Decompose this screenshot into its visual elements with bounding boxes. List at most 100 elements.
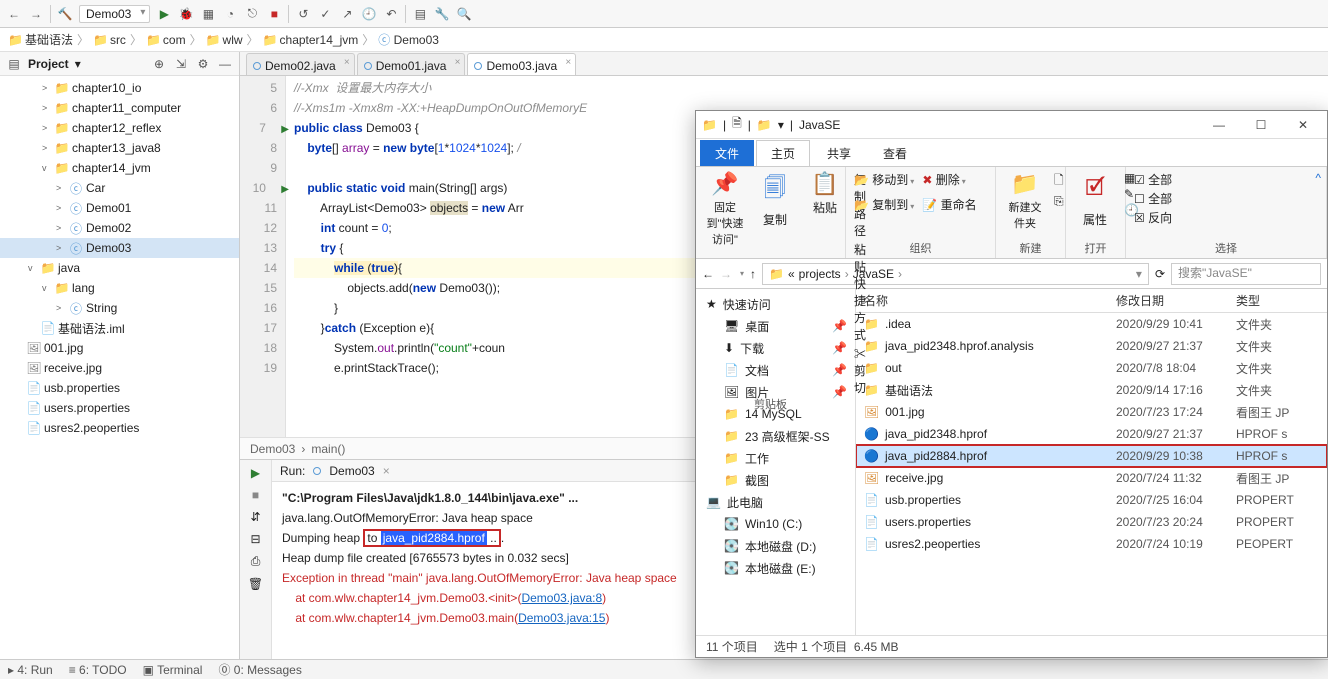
tree-node[interactable]: >📁chapter13_java8 bbox=[0, 138, 239, 158]
ribbon-collapse-icon[interactable]: ^ bbox=[1315, 171, 1321, 185]
ribbon-tab[interactable]: 文件 bbox=[700, 140, 754, 166]
file-row[interactable]: 🔵java_pid2348.hprof2020/9/27 21:37HPROF … bbox=[856, 423, 1327, 445]
breadcrumb-item[interactable]: 📁com bbox=[146, 33, 186, 47]
tree-node[interactable]: 📄usb.properties bbox=[0, 378, 239, 398]
file-row[interactable]: 📄usres2.peoperties2020/7/24 10:19PEOPERT bbox=[856, 533, 1327, 555]
select-invert-button[interactable]: ☒ 反向 bbox=[1134, 209, 1318, 226]
status-terminal[interactable]: ▣ Terminal bbox=[143, 663, 203, 677]
dropdown-icon[interactable]: ▾ bbox=[778, 118, 784, 132]
commit-icon[interactable]: ✓ bbox=[317, 6, 333, 22]
file-list-header[interactable]: 名称 修改日期 类型 bbox=[856, 289, 1327, 313]
project-tree[interactable]: >📁chapter10_io>📁chapter11_computer>📁chap… bbox=[0, 76, 239, 659]
status-run[interactable]: ▸ 4: Run bbox=[8, 663, 53, 677]
settings-icon[interactable]: 🔧 bbox=[434, 6, 450, 22]
editor-tab[interactable]: Demo03.java× bbox=[467, 53, 576, 75]
sidebar-item[interactable]: 📁23 高级框架-SS bbox=[696, 425, 855, 447]
expand-icon[interactable]: ⊕ bbox=[151, 56, 167, 72]
history-icon[interactable]: 🕘 bbox=[361, 6, 377, 22]
hammer-icon[interactable]: 🔨 bbox=[57, 6, 73, 22]
new-folder-button[interactable]: 📁新建文件夹 bbox=[1004, 171, 1046, 231]
copy-to-button[interactable]: 📂 复制到▾ bbox=[854, 196, 914, 213]
back-icon[interactable]: ← bbox=[6, 6, 22, 22]
explorer-titlebar[interactable]: 📁 |🗎 |📁 ▾ | JavaSE — ☐ ✕ bbox=[696, 111, 1327, 139]
gear-icon[interactable]: ⚙ bbox=[195, 56, 211, 72]
explorer-file-list[interactable]: 名称 修改日期 类型 📁.idea2020/9/29 10:41文件夹📁java… bbox=[856, 289, 1327, 635]
select-none-button[interactable]: ☐ 全部 bbox=[1134, 190, 1318, 207]
collapse-icon[interactable]: ⇲ bbox=[173, 56, 189, 72]
tree-node[interactable]: >ⓒDemo02 bbox=[0, 218, 239, 238]
rerun-icon[interactable]: ▶ bbox=[251, 466, 260, 480]
tree-node[interactable]: >📁chapter11_computer bbox=[0, 98, 239, 118]
coverage-icon[interactable]: ▦ bbox=[200, 6, 216, 22]
ribbon-tab[interactable]: 主页 bbox=[756, 140, 810, 166]
pin-quick-access-button[interactable]: 📌固定到"快速访问" bbox=[704, 171, 746, 247]
paste-button[interactable]: 📋粘贴 bbox=[804, 171, 846, 216]
file-row[interactable]: 📁java_pid2348.hprof.analysis2020/9/27 21… bbox=[856, 335, 1327, 357]
tree-node[interactable]: 📄usres2.peoperties bbox=[0, 418, 239, 438]
status-todo[interactable]: ≡ 6: TODO bbox=[69, 663, 127, 677]
close-icon[interactable]: × bbox=[383, 464, 390, 478]
tree-node[interactable]: v📁java bbox=[0, 258, 239, 278]
close-icon[interactable]: × bbox=[565, 57, 571, 68]
new-item-icon[interactable]: 🗋 bbox=[1054, 171, 1064, 192]
maximize-button[interactable]: ☐ bbox=[1243, 114, 1279, 136]
tree-node[interactable]: >📁chapter10_io bbox=[0, 78, 239, 98]
run-pin-icon[interactable]: ⎙ bbox=[251, 554, 261, 569]
tree-node[interactable]: >ⓒString bbox=[0, 298, 239, 318]
sidebar-item[interactable]: 📁工作 bbox=[696, 447, 855, 469]
explorer-search[interactable]: 搜索"JavaSE" bbox=[1171, 263, 1321, 285]
breadcrumb-item[interactable]: 📁wlw bbox=[206, 33, 243, 47]
sidebar-item[interactable]: 💽本地磁盘 (D:) bbox=[696, 535, 855, 557]
delete-button[interactable]: ✖ 删除▾ bbox=[922, 171, 965, 188]
sidebar-item[interactable]: 💽Win10 (C:) bbox=[696, 513, 855, 535]
sidebar-item[interactable]: 📁截图 bbox=[696, 469, 855, 491]
properties-button[interactable]: 🗹属性 bbox=[1074, 171, 1116, 228]
revert-icon[interactable]: ↶ bbox=[383, 6, 399, 22]
stop-icon[interactable]: ■ bbox=[266, 6, 282, 22]
file-row[interactable]: 🔵java_pid2884.hprof2020/9/29 10:38HPROF … bbox=[856, 445, 1327, 467]
vcs-icon[interactable]: ↺ bbox=[295, 6, 311, 22]
run-attach-icon[interactable]: ⇵ bbox=[250, 510, 260, 524]
col-date[interactable]: 修改日期 bbox=[1116, 292, 1236, 309]
hide-icon[interactable]: — bbox=[217, 56, 233, 72]
file-row[interactable]: 📄usb.properties2020/7/25 16:04PROPERT bbox=[856, 489, 1327, 511]
breadcrumb-item[interactable]: 📁src bbox=[93, 33, 126, 47]
file-row[interactable]: 🖼001.jpg2020/7/23 17:24看图王 JP bbox=[856, 401, 1327, 423]
close-icon[interactable]: × bbox=[455, 57, 461, 68]
tree-node[interactable]: >ⓒDemo03 bbox=[0, 238, 239, 258]
easy-access-icon[interactable]: ⎘ bbox=[1054, 194, 1064, 209]
minimize-button[interactable]: — bbox=[1201, 114, 1237, 136]
file-row[interactable]: 📁out2020/7/8 18:04文件夹 bbox=[856, 357, 1327, 379]
push-icon[interactable]: ↗ bbox=[339, 6, 355, 22]
breadcrumb-item[interactable]: 📁基础语法 bbox=[8, 31, 73, 48]
ribbon-tab[interactable]: 查看 bbox=[868, 140, 922, 166]
structure-icon[interactable]: ▤ bbox=[412, 6, 428, 22]
tree-node[interactable]: v📁lang bbox=[0, 278, 239, 298]
col-name[interactable]: 名称 bbox=[856, 292, 1116, 309]
tree-node[interactable]: 🖼receive.jpg bbox=[0, 358, 239, 378]
tree-node[interactable]: >ⓒDemo01 bbox=[0, 198, 239, 218]
move-to-button[interactable]: 📂 移动到▾ bbox=[854, 171, 914, 188]
file-row[interactable]: 🖼receive.jpg2020/7/24 11:32看图王 JP bbox=[856, 467, 1327, 489]
select-all-button[interactable]: ☑ 全部 bbox=[1134, 171, 1318, 188]
ribbon-tab[interactable]: 共享 bbox=[812, 140, 866, 166]
copy-button[interactable]: 🗐复制 bbox=[754, 171, 796, 228]
forward-icon[interactable]: → bbox=[28, 6, 44, 22]
debug-icon[interactable]: 🐞 bbox=[178, 6, 194, 22]
refresh-icon[interactable]: ⟳ bbox=[1155, 267, 1165, 281]
editor-tab[interactable]: Demo01.java× bbox=[357, 53, 466, 75]
file-row[interactable]: 📁.idea2020/9/29 10:41文件夹 bbox=[856, 313, 1327, 335]
editor-tab[interactable]: Demo02.java× bbox=[246, 53, 355, 75]
close-button[interactable]: ✕ bbox=[1285, 114, 1321, 136]
file-row[interactable]: 📄users.properties2020/7/23 20:24PROPERT bbox=[856, 511, 1327, 533]
tree-node[interactable]: >📁chapter12_reflex bbox=[0, 118, 239, 138]
run-settings-icon[interactable]: ⊟ bbox=[250, 532, 260, 546]
sidebar-item[interactable]: 💻此电脑 bbox=[696, 491, 855, 513]
run-config-combo[interactable]: Demo03 bbox=[79, 5, 150, 23]
run-icon[interactable]: ▶ bbox=[156, 6, 172, 22]
sidebar-item[interactable]: 💽本地磁盘 (E:) bbox=[696, 557, 855, 579]
search-icon[interactable]: 🔍 bbox=[456, 6, 472, 22]
tree-node[interactable]: 🖼001.jpg bbox=[0, 338, 239, 358]
tree-node[interactable]: 📄users.properties bbox=[0, 398, 239, 418]
rename-button[interactable]: 📝 重命名 bbox=[922, 196, 976, 213]
